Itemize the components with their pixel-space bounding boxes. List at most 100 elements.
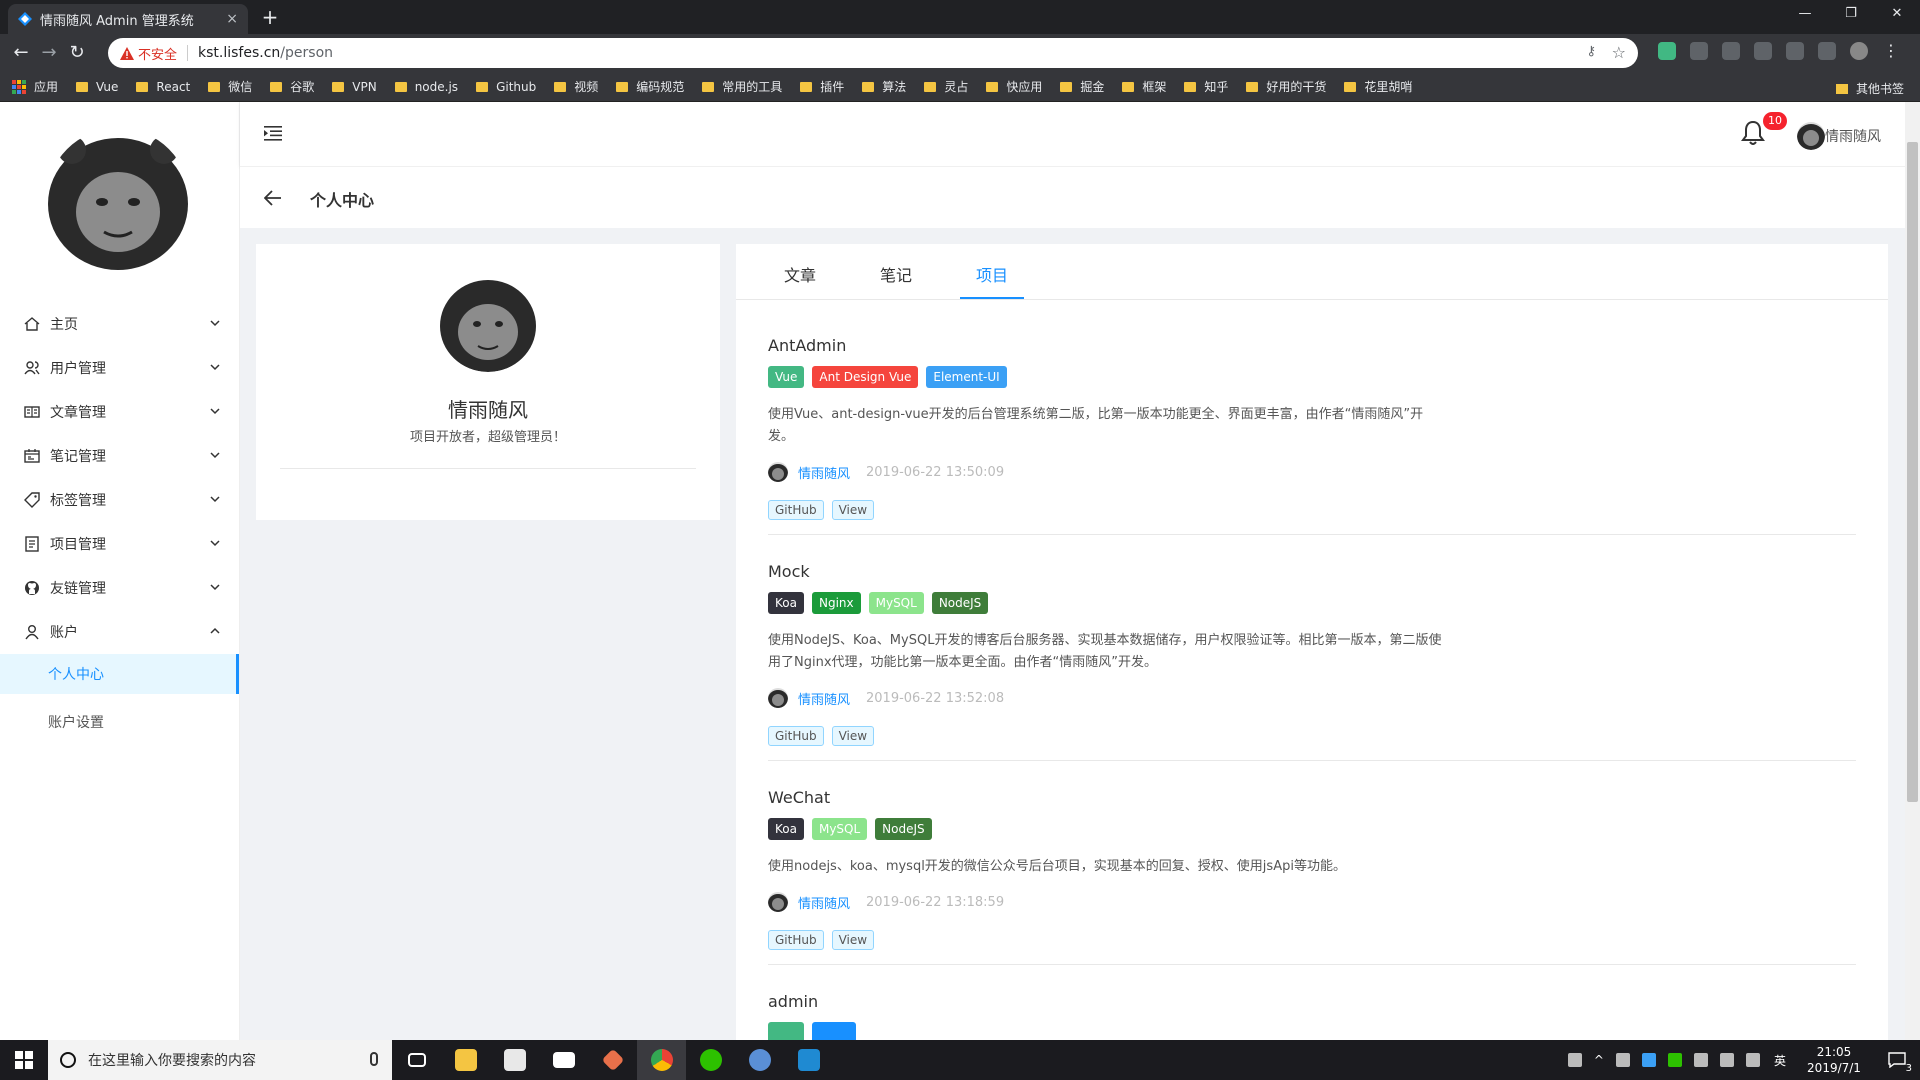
bookmark-item[interactable]: Vue	[76, 80, 118, 94]
extension-icon[interactable]	[1754, 42, 1772, 60]
header-avatar[interactable]	[1797, 122, 1825, 150]
restore-icon[interactable]: ❐	[1828, 0, 1874, 28]
bell-icon[interactable]	[1741, 120, 1765, 146]
tab-close-icon[interactable]: ×	[226, 11, 238, 27]
project-title[interactable]: Mock	[768, 562, 810, 581]
git-icon[interactable]	[588, 1040, 637, 1080]
author-name[interactable]: 情雨随风	[798, 689, 850, 708]
security-warning[interactable]: 不安全	[120, 44, 177, 63]
battery-icon[interactable]	[1693, 1053, 1708, 1067]
author-name[interactable]: 情雨随风	[798, 893, 850, 912]
bookmark-item[interactable]: 好用的干货	[1246, 78, 1326, 95]
extension-icon[interactable]	[1818, 42, 1836, 60]
bookmark-item[interactable]: 谷歌	[270, 78, 314, 95]
bookmark-item[interactable]: 常用的工具	[702, 78, 782, 95]
microphone-icon[interactable]	[370, 1052, 378, 1066]
wechat-tray-icon[interactable]	[1667, 1053, 1682, 1067]
sidebar-item-github[interactable]: 友链管理	[0, 566, 238, 610]
new-tab-button[interactable]: +	[258, 6, 282, 30]
volume-icon[interactable]	[1745, 1053, 1760, 1067]
telegram-icon[interactable]	[1615, 1053, 1630, 1067]
other-bookmarks[interactable]: 其他书签	[1835, 80, 1904, 97]
bookmark-item[interactable]: 知乎	[1184, 78, 1228, 95]
people-icon[interactable]	[1567, 1053, 1582, 1067]
project-title[interactable]: admin	[768, 992, 818, 1011]
project-title[interactable]: AntAdmin	[768, 336, 846, 355]
vscode-icon[interactable]	[784, 1040, 833, 1080]
bookmark-item[interactable]: 算法	[862, 78, 906, 95]
wechat-icon[interactable]	[686, 1040, 735, 1080]
sidebar-item-users[interactable]: 用户管理	[0, 346, 238, 390]
github-link-button[interactable]: GitHub	[768, 930, 824, 950]
bookmark-item[interactable]: 插件	[800, 78, 844, 95]
bookmark-item[interactable]: 微信	[208, 78, 252, 95]
sidebar-item-home[interactable]: 主页	[0, 302, 238, 346]
menu-fold-icon[interactable]	[264, 124, 282, 142]
tab-notes[interactable]: 笔记	[880, 262, 912, 286]
folder-icon	[616, 81, 629, 92]
submenu-item-account-settings[interactable]: 账户设置	[0, 702, 239, 742]
bookmark-item[interactable]: 视频	[554, 78, 598, 95]
key-icon[interactable]: ⚷	[1586, 44, 1596, 59]
sidebar-item-calendar[interactable]: 笔记管理	[0, 434, 238, 478]
ime-indicator[interactable]: 英	[1774, 1052, 1786, 1069]
profile-avatar[interactable]	[1850, 42, 1868, 60]
extension-icon[interactable]	[1786, 42, 1804, 60]
bookmark-item[interactable]: 框架	[1122, 78, 1166, 95]
store-icon[interactable]	[490, 1040, 539, 1080]
wifi-icon[interactable]	[1719, 1053, 1734, 1067]
sidebar-item-book[interactable]: 文章管理	[0, 390, 238, 434]
tab-projects[interactable]: 项目	[976, 262, 1008, 286]
bookmark-item[interactable]: React	[136, 80, 190, 94]
header-username[interactable]: 情雨随风	[1825, 126, 1881, 146]
bookmark-item[interactable]: node.js	[394, 80, 458, 94]
bookmark-item[interactable]: 快应用	[986, 78, 1042, 95]
chrome-icon[interactable]	[637, 1040, 686, 1080]
reload-icon[interactable]: ↻	[66, 42, 88, 64]
windows-start-icon[interactable]	[0, 1040, 48, 1080]
address-bar[interactable]: 不安全 kst.lisfes.cn/person ⚷ ☆	[108, 38, 1638, 68]
author-avatar	[768, 688, 788, 708]
bookmark-item[interactable]: VPN	[332, 80, 377, 94]
submenu-item-personal-center[interactable]: 个人中心	[0, 654, 239, 694]
bookmark-star-icon[interactable]: ☆	[1612, 43, 1626, 62]
page-scrollbar[interactable]	[1905, 102, 1920, 1040]
bookmark-item[interactable]: 编码规范	[616, 78, 684, 95]
action-center-icon[interactable]: 3	[1874, 1040, 1920, 1080]
project-title[interactable]: WeChat	[768, 788, 830, 807]
mail-icon[interactable]	[539, 1040, 588, 1080]
scrollbar-thumb[interactable]	[1907, 142, 1918, 802]
sidebar-item-profile[interactable]: 项目管理	[0, 522, 238, 566]
browser-tab[interactable]: 情雨随风 Admin 管理系统 ×	[8, 4, 248, 34]
extension-icon[interactable]	[1690, 42, 1708, 60]
view-link-button[interactable]: View	[831, 726, 875, 746]
back-arrow-icon[interactable]	[264, 189, 282, 207]
close-window-icon[interactable]: ✕	[1874, 0, 1920, 28]
task-view-icon[interactable]	[392, 1040, 441, 1080]
file-explorer-icon[interactable]	[441, 1040, 490, 1080]
view-link-button[interactable]: View	[831, 930, 875, 950]
clock[interactable]: 21:05 2019/7/1	[1794, 1044, 1874, 1076]
browser-icon[interactable]	[735, 1040, 784, 1080]
menu-more-icon[interactable]: ⋮	[1882, 42, 1900, 60]
back-arrow-icon[interactable]: ←	[10, 42, 32, 64]
tray-app-icon[interactable]	[1641, 1053, 1656, 1067]
github-link-button[interactable]: GitHub	[768, 726, 824, 746]
sidebar-item-user[interactable]: 账户	[0, 610, 238, 654]
view-link-button[interactable]: View	[831, 500, 875, 520]
bookmark-item[interactable]: 应用	[12, 78, 58, 95]
sidebar-item-tag[interactable]: 标签管理	[0, 478, 238, 522]
bookmark-item[interactable]: 花里胡哨	[1344, 78, 1412, 95]
bookmark-item[interactable]: 灵占	[924, 78, 968, 95]
extension-icon[interactable]	[1722, 42, 1740, 60]
author-name[interactable]: 情雨随风	[798, 463, 850, 482]
taskbar-search[interactable]: 在这里输入你要搜索的内容	[48, 1040, 392, 1080]
bookmark-item[interactable]: Github	[476, 80, 536, 94]
forward-arrow-icon[interactable]: →	[38, 42, 60, 64]
minimize-icon[interactable]: —	[1782, 0, 1828, 28]
vue-devtools-icon[interactable]	[1658, 42, 1676, 60]
github-link-button[interactable]: GitHub	[768, 500, 824, 520]
tab-articles[interactable]: 文章	[784, 262, 816, 286]
chevron-up-icon[interactable]: ^	[1594, 1053, 1604, 1067]
bookmark-item[interactable]: 掘金	[1060, 78, 1104, 95]
